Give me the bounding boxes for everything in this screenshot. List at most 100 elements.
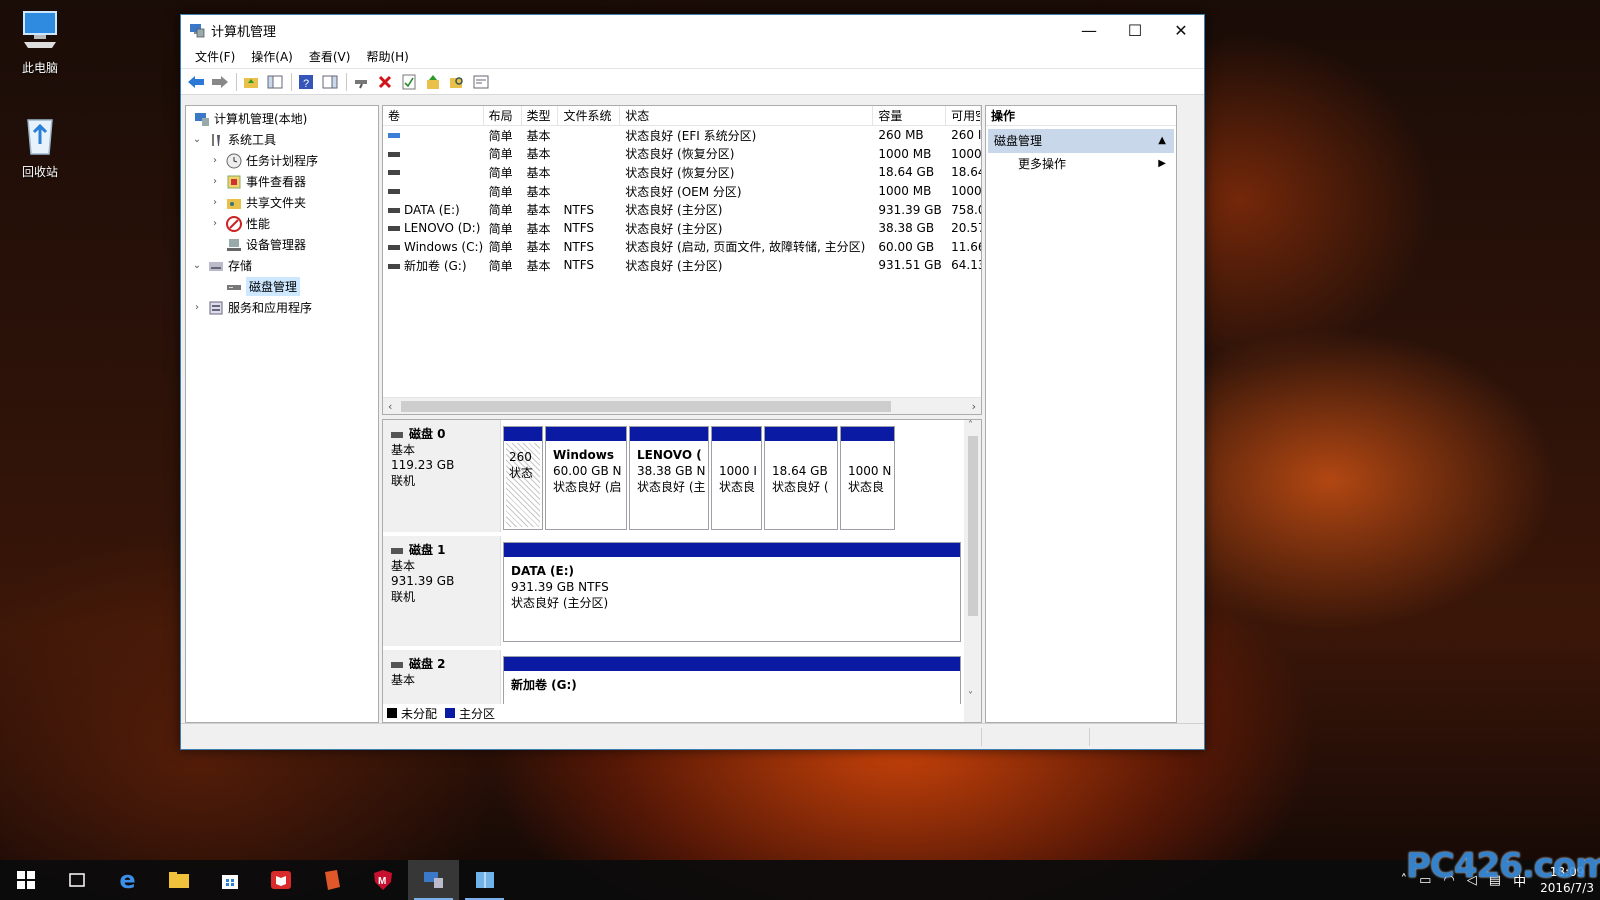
storage-icon bbox=[209, 261, 223, 271]
column-header-file-system[interactable]: 文件系统 bbox=[558, 106, 621, 125]
connect-disk-icon[interactable] bbox=[350, 71, 372, 93]
action-more-actions[interactable]: 更多操作 ▶ bbox=[986, 153, 1176, 175]
column-header-volume[interactable]: 卷 bbox=[383, 106, 484, 125]
tree-item-task-scheduler[interactable]: › 任务计划程序 bbox=[186, 150, 378, 171]
partition-recovery-2[interactable]: 18.64 GB 状态良好 ( bbox=[764, 426, 838, 530]
chevron-right-icon[interactable]: › bbox=[208, 218, 222, 229]
disk-2-info[interactable]: 磁盘 2 基本 bbox=[383, 650, 501, 706]
partition-recovery-1[interactable]: 1000 I 状态良 bbox=[711, 426, 762, 530]
taskbar-file-explorer[interactable] bbox=[153, 860, 204, 900]
volume-row[interactable]: 简单基本 状态良好 (恢复分区) 18.64 GB 18.64 bbox=[383, 163, 981, 182]
cell-free-space: 18.64 bbox=[951, 165, 981, 180]
tree-item-performance[interactable]: › 性能 bbox=[186, 213, 378, 234]
volume-row[interactable]: 新加卷 (G:) 简单基本 NTFS 状态良好 (主分区) 931.51 GB 64.13 bbox=[383, 256, 981, 275]
volume-row[interactable]: 简单 基本 状态良好 (OEM 分区) 1000 MB 1000 bbox=[383, 182, 981, 201]
taskbar-app-notebook[interactable] bbox=[459, 860, 510, 900]
vertical-scrollbar[interactable]: ˄ ˅ bbox=[964, 420, 981, 722]
task-view-button[interactable] bbox=[51, 860, 102, 900]
taskbar-mcafee[interactable]: M bbox=[357, 860, 408, 900]
forward-icon[interactable] bbox=[209, 71, 231, 93]
tree-item-services-applications[interactable]: › 服务和应用程序 bbox=[186, 297, 378, 318]
scroll-down-icon[interactable]: ˅ bbox=[968, 691, 973, 702]
disk-graphical-view: 磁盘 0 基本 119.23 GB 联机 260 状态 Windows 60.00 … bbox=[382, 419, 982, 723]
toolbar-separator bbox=[346, 72, 347, 91]
cell-free-space: 11.66 bbox=[951, 239, 981, 254]
tree-item-storage[interactable]: ⌄ 存储 bbox=[186, 255, 378, 276]
cell-status: 状态良好 (恢复分区) bbox=[625, 147, 735, 162]
tree-item-event-viewer[interactable]: › 事件查看器 bbox=[186, 171, 378, 192]
cell-capacity: 1000 MB bbox=[878, 146, 932, 161]
search-folder-icon[interactable] bbox=[446, 71, 468, 93]
chevron-down-icon[interactable]: ⌄ bbox=[190, 260, 204, 271]
chevron-right-icon[interactable]: › bbox=[190, 302, 204, 313]
scroll-left-icon[interactable]: ‹ bbox=[388, 398, 392, 414]
partition-lenovo[interactable]: LENOVO (38.38 GB N 状态良好 (主 bbox=[629, 426, 709, 530]
cell-type: 基本 bbox=[526, 240, 551, 255]
show-hide-tree-icon[interactable] bbox=[264, 71, 286, 93]
settings-panel-icon[interactable] bbox=[470, 71, 492, 93]
partition-bar bbox=[841, 427, 894, 441]
taskbar-edge[interactable]: e bbox=[102, 860, 153, 900]
menu-help[interactable]: 帮助(H) bbox=[358, 48, 416, 65]
menu-view[interactable]: 查看(V) bbox=[301, 48, 359, 65]
menu-action[interactable]: 操作(A) bbox=[243, 48, 301, 65]
chevron-right-icon[interactable]: › bbox=[208, 155, 222, 166]
column-header-free-space[interactable]: 可用空 bbox=[946, 106, 981, 125]
tree-item-device-manager[interactable]: 设备管理器 bbox=[186, 234, 378, 255]
partition-windows[interactable]: Windows 60.00 GB N 状态良好 (启 bbox=[545, 426, 627, 530]
collapse-up-icon[interactable]: ▲ bbox=[1158, 129, 1166, 153]
cell-type: 基本 bbox=[526, 147, 551, 162]
volume-row[interactable]: LENOVO (D:) 简单 基本 NTFS 状态良好 (主分区) 38.38 GB 20.… bbox=[383, 219, 981, 238]
scroll-up-icon[interactable]: ˄ bbox=[968, 420, 973, 431]
scrollbar-thumb[interactable] bbox=[401, 401, 891, 412]
tree-item-shared-folders[interactable]: › 共享文件夹 bbox=[186, 192, 378, 213]
partition-oem[interactable]: 1000 N 状态良 bbox=[840, 426, 895, 530]
volume-row[interactable]: Windows (C:) 简单 基本 NTFS 状态良好 (启动, 页面文件, 故障转储… bbox=[383, 238, 981, 257]
actions-section-disk-management[interactable]: 磁盘管理 ▲ bbox=[988, 129, 1174, 153]
chevron-right-icon[interactable]: › bbox=[208, 197, 222, 208]
properties-icon[interactable] bbox=[398, 71, 420, 93]
minimize-button[interactable]: — bbox=[1066, 15, 1112, 45]
cell-layout: 简单 bbox=[488, 128, 513, 143]
help-icon[interactable]: ? bbox=[295, 71, 317, 93]
volume-row[interactable]: DATA (E:) 简单 基本 NTFS 状态良好 (主分区) 931.39 GB 758.… bbox=[383, 200, 981, 219]
scrollbar-thumb[interactable] bbox=[968, 436, 978, 616]
volume-row[interactable]: 简单 基本 状态良好 (EFI 系统分区) 260 MB 260 I bbox=[383, 126, 981, 145]
tree-item-computer-management-local[interactable]: 计算机管理(本地) bbox=[186, 108, 378, 129]
back-icon[interactable] bbox=[185, 71, 207, 93]
up-folder-icon[interactable] bbox=[240, 71, 262, 93]
chevron-down-icon[interactable]: ⌄ bbox=[190, 134, 204, 145]
status-divider bbox=[981, 728, 982, 746]
column-header-layout[interactable]: 布局 bbox=[484, 106, 522, 125]
taskbar-app-red-book[interactable] bbox=[255, 860, 306, 900]
horizontal-scrollbar[interactable]: ‹ › bbox=[383, 397, 981, 414]
disk-1-info[interactable]: 磁盘 1 基本 931.39 GB 联机 bbox=[383, 536, 501, 646]
title-bar[interactable]: 计算机管理 — ☐ ✕ bbox=[181, 15, 1204, 45]
tree-item-system-tools[interactable]: ⌄ 系统工具 bbox=[186, 129, 378, 150]
show-hide-action-pane-icon[interactable] bbox=[319, 71, 341, 93]
volume-row[interactable]: 简单 基本 状态良好 (恢复分区) 1000 MB 1000 bbox=[383, 145, 981, 164]
taskbar-computer-management[interactable] bbox=[408, 860, 459, 900]
desktop-icon-this-pc[interactable]: 此电脑 bbox=[8, 8, 72, 76]
partition-size: 931.39 GB NTFS bbox=[511, 580, 609, 594]
partition-efi[interactable]: 260 状态 bbox=[503, 426, 543, 530]
delete-icon[interactable] bbox=[374, 71, 396, 93]
tree-item-disk-management[interactable]: 磁盘管理 bbox=[186, 276, 378, 297]
taskbar-store[interactable] bbox=[204, 860, 255, 900]
maximize-button[interactable]: ☐ bbox=[1112, 15, 1158, 45]
close-button[interactable]: ✕ bbox=[1158, 15, 1204, 45]
column-header-capacity[interactable]: 容量 bbox=[873, 106, 947, 125]
column-header-type[interactable]: 类型 bbox=[522, 106, 559, 125]
menu-file[interactable]: 文件(F) bbox=[187, 48, 243, 65]
export-icon[interactable] bbox=[422, 71, 444, 93]
partition-bar bbox=[712, 427, 761, 441]
scroll-right-icon[interactable]: › bbox=[972, 398, 976, 414]
desktop-icon-recycle-bin[interactable]: 回收站 bbox=[8, 112, 72, 180]
column-header-status[interactable]: 状态 bbox=[620, 106, 874, 125]
partition-data[interactable]: DATA (E:) 931.39 GB NTFS 状态良好 (主分区) bbox=[503, 542, 961, 642]
chevron-right-icon[interactable]: › bbox=[208, 176, 222, 187]
start-button[interactable] bbox=[0, 860, 51, 900]
taskbar-app-orange[interactable] bbox=[306, 860, 357, 900]
notebook-icon bbox=[475, 872, 494, 888]
disk-0-info[interactable]: 磁盘 0 基本 119.23 GB 联机 bbox=[383, 420, 501, 532]
